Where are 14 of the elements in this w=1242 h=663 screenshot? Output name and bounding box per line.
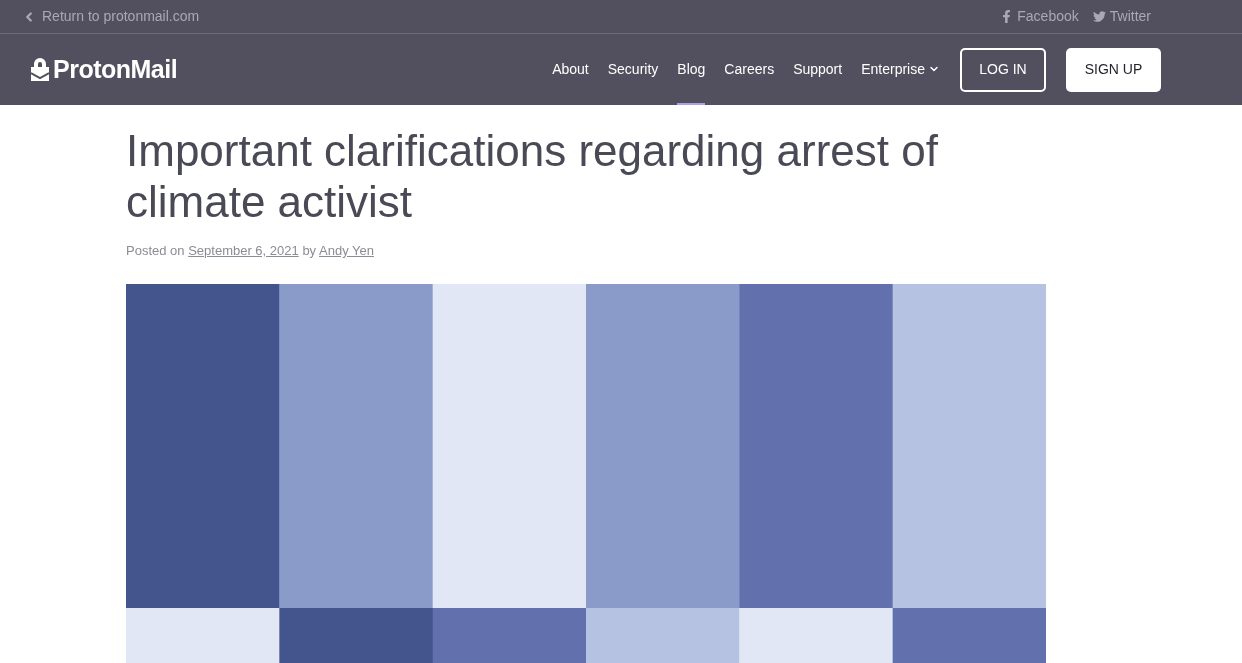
login-button[interactable]: LOG IN (960, 47, 1046, 92)
signup-button[interactable]: SIGN UP (1066, 47, 1161, 92)
article-title: Important clarifications regarding arrest of climate activist (126, 125, 939, 227)
bird-icon (1092, 10, 1106, 23)
byline: Posted on September 6, 2021 by Andy Yen (126, 242, 375, 260)
nav-link[interactable]: About (552, 34, 589, 105)
nav-link[interactable]: Enterprise (861, 34, 940, 105)
date-link[interactable]: September 6, 2021 (188, 243, 299, 258)
lock-envelope-icon (31, 58, 49, 81)
nav-link[interactable]: Careers (724, 34, 775, 105)
nav-link[interactable]: Support (793, 34, 843, 105)
logo-text: ProtonMail (53, 53, 178, 85)
nav-link[interactable]: Security (607, 34, 659, 105)
nav-link[interactable]: Blog (677, 34, 706, 105)
